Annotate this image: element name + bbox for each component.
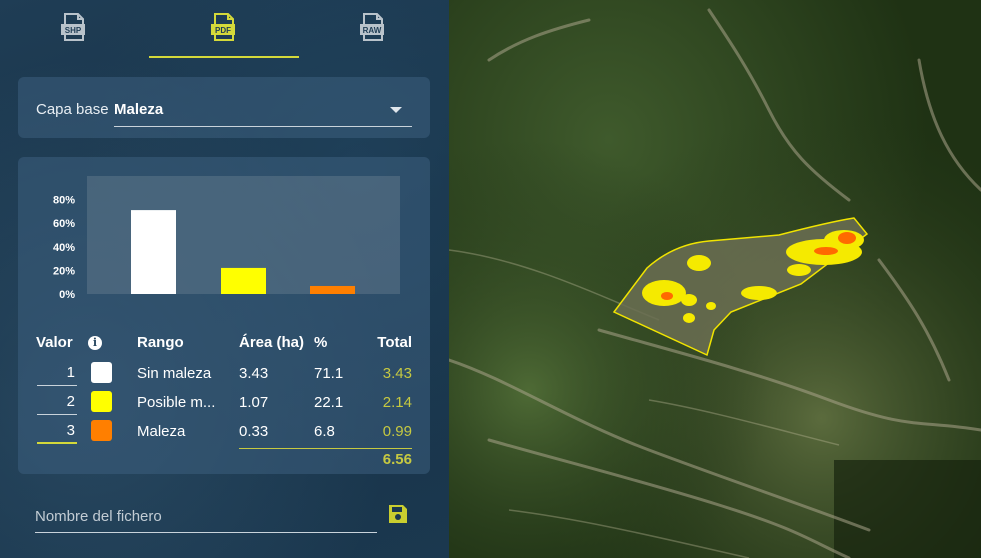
pdf-file-icon: PDF <box>211 13 235 41</box>
range-name: Posible m... <box>137 394 216 411</box>
range-name: Sin maleza <box>137 365 212 382</box>
table-row: 2 Posible m... 1.07 22.1 2.14 <box>18 389 430 418</box>
filename-placeholder: Nombre del fichero <box>35 508 162 525</box>
table-row: 1 Sin maleza 3.43 71.1 3.43 <box>18 360 430 389</box>
sum-divider <box>239 448 412 449</box>
area-value: 0.33 <box>239 423 269 440</box>
caret-down-icon <box>390 107 402 113</box>
info-icon[interactable]: i <box>88 336 102 350</box>
y-tick-label: 80% <box>53 195 75 207</box>
header-valor: Valor <box>36 334 73 351</box>
value-input[interactable]: 2 <box>37 392 77 415</box>
total-value: 2.14 <box>382 394 412 411</box>
raw-file-icon: RAW <box>360 13 384 41</box>
sum-total: 6.56 <box>382 451 412 468</box>
tab-shp[interactable]: SHP <box>59 12 89 42</box>
satellite-map[interactable] <box>449 0 981 558</box>
area-value: 3.43 <box>239 365 269 382</box>
tab-pdf-label: PDF <box>215 26 231 35</box>
filename-input[interactable]: Nombre del fichero <box>35 498 377 533</box>
tab-raw[interactable]: RAW <box>358 12 388 42</box>
tab-pdf[interactable]: PDF <box>209 12 239 42</box>
base-layer-select[interactable]: Maleza <box>114 91 412 127</box>
value-input[interactable]: 3 <box>37 421 77 444</box>
value-input[interactable]: 1 <box>37 363 77 386</box>
active-tab-indicator <box>149 56 299 58</box>
bar-chart: 80% 60% 40% 20% 0% <box>53 176 400 301</box>
color-swatch[interactable] <box>91 420 112 441</box>
header-pct: % <box>314 334 328 351</box>
header-rango: Rango <box>137 334 184 351</box>
y-tick-label: 40% <box>53 242 75 254</box>
save-icon[interactable] <box>386 502 410 526</box>
total-value: 0.99 <box>382 423 412 440</box>
base-layer-value: Maleza <box>114 101 164 118</box>
map-canvas <box>449 0 981 558</box>
table-row: 3 Maleza 0.33 6.8 0.99 <box>18 418 430 447</box>
base-layer-label: Capa base <box>36 101 109 118</box>
pct-value: 6.8 <box>314 423 335 440</box>
stats-card: 80% 60% 40% 20% 0% Valor i Rango Área (ha) %… <box>18 157 430 474</box>
tab-shp-label: SHP <box>65 26 82 35</box>
header-area: Área (ha) <box>239 334 305 351</box>
range-name: Maleza <box>137 423 186 440</box>
pct-value: 71.1 <box>314 365 344 382</box>
area-value: 1.07 <box>239 394 269 411</box>
tab-raw-label: RAW <box>363 26 382 35</box>
bar <box>310 285 355 294</box>
header-total: Total <box>377 334 412 351</box>
y-tick-label: 60% <box>53 218 75 230</box>
total-value: 3.43 <box>382 365 412 382</box>
bar <box>221 267 266 294</box>
export-panel: SHP PDF RAW Capa base Maleza 80% 60% 40%… <box>0 0 449 558</box>
format-tabs: SHP PDF RAW <box>0 0 449 58</box>
y-tick-label: 20% <box>53 265 75 277</box>
bar <box>131 210 176 294</box>
color-swatch[interactable] <box>91 391 112 412</box>
base-layer-card: Capa base Maleza <box>18 77 430 138</box>
pct-value: 22.1 <box>314 394 344 411</box>
shp-file-icon: SHP <box>61 13 85 41</box>
color-swatch[interactable] <box>91 362 112 383</box>
y-tick-label: 0% <box>59 289 75 301</box>
